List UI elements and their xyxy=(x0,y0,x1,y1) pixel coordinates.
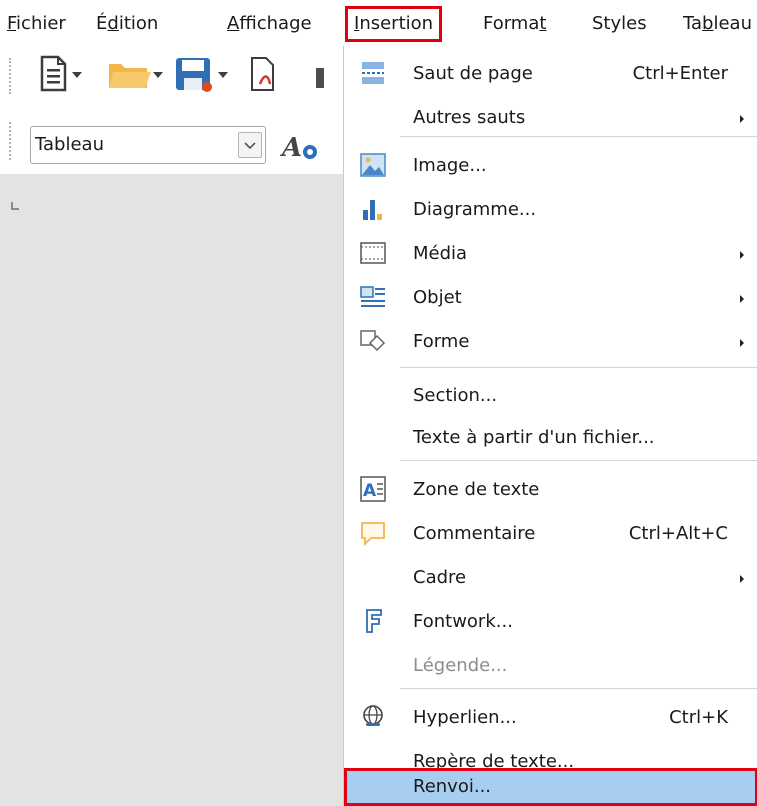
mnemonic-letter: I xyxy=(354,13,360,34)
page-break-icon xyxy=(362,62,384,84)
text-box-icon: A xyxy=(360,476,386,502)
toolbar-grip[interactable] xyxy=(9,58,13,94)
fontwork-icon xyxy=(366,609,382,633)
menu-item-shortcut: Ctrl+K xyxy=(669,707,728,728)
menu-item-label: Légende... xyxy=(413,655,508,676)
menu-edition[interactable]: Édition xyxy=(96,9,158,39)
menu-item-shortcut: Ctrl+Enter xyxy=(632,63,728,84)
toolbar-overflow-icon xyxy=(316,68,324,88)
menu-item-diagramme[interactable]: Diagramme... xyxy=(344,188,757,232)
submenu-arrow-icon xyxy=(740,295,744,303)
menu-item-label: Média xyxy=(413,243,468,264)
menu-item-saut-de-page[interactable]: Saut de page Ctrl+Enter xyxy=(344,52,757,96)
menu-tableau[interactable]: Tableau xyxy=(683,9,752,39)
menu-styles[interactable]: Styles xyxy=(592,9,647,39)
menu-format[interactable]: Format xyxy=(483,9,546,39)
insertion-menu: Saut de page Ctrl+Enter Autres sauts Ima… xyxy=(343,46,757,806)
mnemonic-letter: A xyxy=(227,13,240,34)
export-pdf-icon[interactable] xyxy=(248,54,292,94)
submenu-arrow-icon xyxy=(740,115,744,123)
open-folder-icon[interactable] xyxy=(107,54,167,94)
menu-item-texte-fichier[interactable]: Texte à partir d'un fichier... xyxy=(344,416,757,460)
menu-item-label: Forme xyxy=(413,331,470,352)
menu-item-label: Commentaire xyxy=(413,523,536,544)
image-icon xyxy=(360,153,386,177)
chevron-down-icon[interactable] xyxy=(238,132,262,158)
comment-icon xyxy=(361,522,385,546)
fontwork-style-icon[interactable]: A xyxy=(280,128,340,164)
menu-separator xyxy=(400,460,757,461)
page-corner-mark xyxy=(11,202,19,210)
menu-item-legende: Légende... xyxy=(344,644,757,688)
chart-icon xyxy=(363,200,382,220)
menu-item-label: Section... xyxy=(413,385,498,406)
menu-item-section[interactable]: Section... xyxy=(344,374,757,418)
menu-item-label: Cadre xyxy=(413,567,467,588)
menu-item-label: Autres sauts xyxy=(413,107,526,128)
save-icon[interactable] xyxy=(174,54,234,94)
menu-item-label: Saut de page xyxy=(413,63,533,84)
menu-item-label: Renvoi... xyxy=(413,776,492,797)
menu-item-label: Diagramme... xyxy=(413,199,537,220)
submenu-arrow-icon xyxy=(740,339,744,347)
menu-item-label: Fontwork... xyxy=(413,611,513,632)
menu-item-autres-sauts[interactable]: Autres sauts xyxy=(344,96,757,140)
paragraph-style-value: Tableau xyxy=(35,134,104,155)
submenu-arrow-icon xyxy=(740,575,744,583)
menu-fichier[interactable]: Fichier xyxy=(7,9,66,39)
hyperlink-icon xyxy=(363,705,383,726)
mnemonic-letter: d xyxy=(107,13,119,34)
menu-item-fontwork[interactable]: Fontwork... xyxy=(344,600,757,644)
menu-item-objet[interactable]: Objet xyxy=(344,276,757,320)
menu-item-label: Zone de texte xyxy=(413,479,540,500)
new-document-icon[interactable] xyxy=(38,54,98,94)
menu-item-cadre[interactable]: Cadre xyxy=(344,556,757,600)
paragraph-style-combobox[interactable]: Tableau xyxy=(30,126,266,164)
menu-separator xyxy=(400,688,757,689)
shape-icon xyxy=(360,330,386,352)
toolbar-grip[interactable] xyxy=(9,122,13,160)
menu-item-zone-de-texte[interactable]: A Zone de texte xyxy=(344,468,757,512)
menu-item-commentaire[interactable]: Commentaire Ctrl+Alt+C xyxy=(344,512,757,556)
menu-affichage[interactable]: Affichage xyxy=(227,9,312,39)
menu-item-media[interactable]: Média xyxy=(344,232,757,276)
mnemonic-letter: F xyxy=(7,13,17,34)
menu-item-label: Objet xyxy=(413,287,462,308)
menu-item-shortcut: Ctrl+Alt+C xyxy=(628,523,728,544)
menu-item-label: Hyperlien... xyxy=(413,707,517,728)
menu-bar: Fichier Édition Affichage Insertion Form… xyxy=(0,0,757,46)
menu-item-label: Texte à partir d'un fichier... xyxy=(413,427,655,448)
menu-item-label: Image... xyxy=(413,155,487,176)
menu-item-image[interactable]: Image... xyxy=(344,144,757,188)
svg-text:A: A xyxy=(363,481,377,501)
object-icon xyxy=(360,286,385,307)
menu-separator xyxy=(400,367,757,368)
media-icon xyxy=(360,242,386,264)
submenu-arrow-icon xyxy=(740,251,744,259)
mnemonic-letter: b xyxy=(702,13,714,34)
svg-text:A: A xyxy=(280,133,302,163)
menu-item-renvoi[interactable]: Renvoi... xyxy=(344,768,757,806)
document-canvas[interactable] xyxy=(0,174,345,806)
mnemonic-letter: t xyxy=(539,13,547,34)
menu-separator xyxy=(400,136,757,137)
menu-insertion[interactable]: Insertion xyxy=(345,6,443,42)
menu-item-hyperlien[interactable]: Hyperlien... Ctrl+K xyxy=(344,696,757,740)
standard-toolbar xyxy=(0,46,345,106)
menu-item-forme[interactable]: Forme xyxy=(344,320,757,364)
